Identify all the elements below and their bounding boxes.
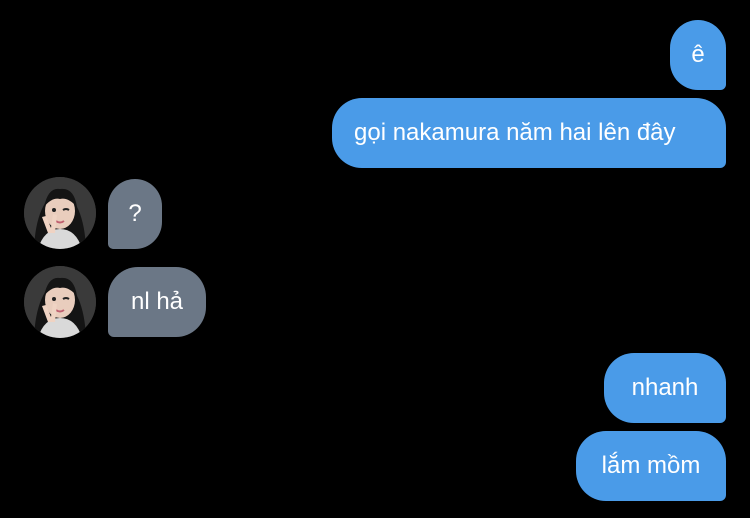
message-bubble-outgoing[interactable]: gọi nakamura năm hai lên đây (332, 98, 726, 168)
message-text: ? (128, 200, 142, 227)
contact-photo-icon (24, 177, 96, 249)
contact-avatar[interactable] (24, 177, 96, 249)
message-bubble-incoming[interactable]: ? (108, 179, 162, 249)
message-text: nhanh (631, 374, 699, 401)
message-bubble-outgoing[interactable]: nhanh (604, 353, 726, 423)
message-bubble-outgoing[interactable]: lắm mồm (576, 431, 726, 501)
message-bubble-incoming[interactable]: nl hả (108, 267, 206, 337)
message-bubble-outgoing[interactable]: ê (670, 20, 726, 90)
message-text: nl hả (130, 288, 184, 315)
contact-avatar[interactable] (24, 266, 96, 338)
message-text: gọi nakamura năm hai lên đây (354, 119, 676, 146)
message-text: lắm mồm (601, 452, 701, 479)
contact-photo-icon (24, 266, 96, 338)
message-text: ê (691, 41, 705, 68)
